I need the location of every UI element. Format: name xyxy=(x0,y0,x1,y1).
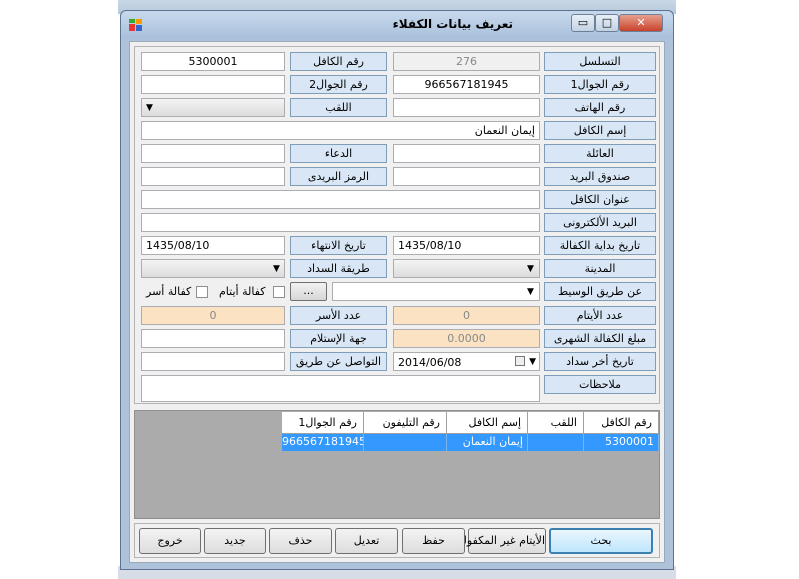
client-area: التسلسل 276 رقم الكافل 5300001 رقم الجوا… xyxy=(129,41,665,563)
orphans-sponsor-label: كفالة أيتام xyxy=(219,285,266,298)
families-sponsor-checkbox[interactable] xyxy=(196,286,208,298)
browse-button[interactable]: ... xyxy=(290,282,327,301)
phone-field[interactable] xyxy=(393,98,540,117)
close-button[interactable]: ✕ xyxy=(619,14,663,32)
label-families-count: عدد الأسر xyxy=(290,306,387,325)
edit-button[interactable]: تعديل xyxy=(335,528,398,554)
delete-button[interactable]: حذف xyxy=(269,528,332,554)
form-panel: التسلسل 276 رقم الكافل 5300001 رقم الجوا… xyxy=(134,46,660,404)
desktop-background-right xyxy=(676,0,799,579)
grid-cell-sponsor-no[interactable]: 5300001 xyxy=(584,434,659,451)
receiver-field[interactable] xyxy=(141,329,285,348)
label-title: اللقب xyxy=(290,98,387,117)
label-payment-method: طريقة السداد xyxy=(290,259,387,278)
grid-header-phone[interactable]: رقم التليفون xyxy=(364,412,447,434)
label-end-date: تاريخ الانتهاء xyxy=(290,236,387,255)
orphans-sponsor-checkbox[interactable] xyxy=(273,286,285,298)
sponsor-name-field[interactable]: إيمان النعمان xyxy=(141,121,540,140)
families-sponsor-label: كفالة أسر xyxy=(146,285,192,298)
label-serial: التسلسل xyxy=(544,52,656,71)
address-field[interactable] xyxy=(141,190,540,209)
chevron-down-icon: ▼ xyxy=(146,103,153,113)
calendar-icon xyxy=(515,356,525,366)
last-payment-date-picker[interactable]: 2014/06/08 ▼ xyxy=(393,352,540,371)
po-box-field[interactable] xyxy=(393,167,540,186)
end-date-field[interactable]: 1435/08/10 xyxy=(141,236,285,255)
label-prayer: الدعاء xyxy=(290,144,387,163)
label-notes: ملاحظات xyxy=(544,375,656,394)
label-address: عنوان الكافل xyxy=(544,190,656,209)
desktop-background-left xyxy=(0,0,118,579)
start-date-field[interactable]: 1435/08/10 xyxy=(393,236,540,255)
title-bar[interactable]: تعريف بيانات الكفلاء ▭ □ ✕ xyxy=(121,11,673,39)
monthly-amount-field[interactable]: 0.0000 xyxy=(393,329,540,348)
contact-via-field[interactable] xyxy=(141,352,285,371)
label-phone: رقم الهاتف xyxy=(544,98,656,117)
zip-field[interactable] xyxy=(141,167,285,186)
last-payment-date-text: 2014/06/08 xyxy=(398,356,462,369)
label-mobile1: رقم الجوال1 xyxy=(544,75,656,94)
minimize-button[interactable]: ▭ xyxy=(571,14,595,32)
label-email: البريد الألكترونى xyxy=(544,213,656,232)
via-select[interactable]: ▼ xyxy=(332,282,540,301)
family-field[interactable] xyxy=(393,144,540,163)
serial-field[interactable]: 276 xyxy=(393,52,540,71)
label-via: عن طريق الوسيط xyxy=(544,282,656,301)
button-bar: بحث الأيتام غير المكفولين حفظ تعديل حذف … xyxy=(134,523,660,558)
grid-header-mobile1[interactable]: رقم الجوال1 xyxy=(282,412,364,434)
save-button[interactable]: حفظ xyxy=(402,528,465,554)
app-icon xyxy=(129,19,142,31)
new-button[interactable]: جديد xyxy=(204,528,266,554)
grid-header-title[interactable]: اللقب xyxy=(528,412,584,434)
chevron-down-icon: ▼ xyxy=(527,287,534,297)
notes-field[interactable] xyxy=(141,375,540,402)
families-count-field[interactable]: 0 xyxy=(141,306,285,325)
search-button[interactable]: بحث xyxy=(549,528,653,554)
label-monthly-amount: مبلغ الكفالة الشهرى xyxy=(544,329,656,348)
label-zip: الرمز البريدى xyxy=(290,167,387,186)
label-start-date: تاريخ بداية الكفالة xyxy=(544,236,656,255)
label-sponsor-no: رقم الكافل xyxy=(290,52,387,71)
label-receiver: جهة الإستلام xyxy=(290,329,387,348)
sponsors-grid[interactable]: رقم الكافل اللقب إسم الكافل رقم التليفون… xyxy=(134,410,660,519)
mobile2-field[interactable] xyxy=(141,75,285,94)
label-city: المدينة xyxy=(544,259,656,278)
label-family: العائلة xyxy=(544,144,656,163)
label-orphans-count: عدد الأيتام xyxy=(544,306,656,325)
chevron-down-icon: ▼ xyxy=(527,264,534,274)
grid-cell-sponsor-name[interactable]: إيمان النعمان xyxy=(447,434,528,451)
label-contact-via: التواصل عن طريق xyxy=(290,352,387,371)
label-mobile2: رقم الجوال2 xyxy=(290,75,387,94)
grid-header-sponsor-no[interactable]: رقم الكافل xyxy=(584,412,659,434)
unsponsored-orphans-button[interactable]: الأيتام غير المكفولين xyxy=(452,528,546,554)
payment-method-select[interactable]: ▼ xyxy=(141,259,285,278)
grid-header-sponsor-name[interactable]: إسم الكافل xyxy=(447,412,528,434)
title-select[interactable]: ▼ xyxy=(141,98,285,117)
window-title: تعريف بيانات الكفلاء xyxy=(392,17,513,31)
label-po-box: صندوق البريد xyxy=(544,167,656,186)
grid-cell-title[interactable] xyxy=(528,434,584,451)
grid-cell-mobile1[interactable]: 966567181945 xyxy=(282,434,364,451)
city-select[interactable]: ▼ xyxy=(393,259,540,278)
grid-cell-phone[interactable] xyxy=(364,434,447,451)
orphans-count-field[interactable]: 0 xyxy=(393,306,540,325)
chevron-down-icon: ▼ xyxy=(529,357,536,367)
sponsor-no-field[interactable]: 5300001 xyxy=(141,52,285,71)
chevron-down-icon: ▼ xyxy=(273,264,280,274)
mobile1-field[interactable]: 966567181945 xyxy=(393,75,540,94)
label-last-payment: تاريخ أخر سداد xyxy=(544,352,656,371)
maximize-button[interactable]: □ xyxy=(595,14,619,32)
sponsor-window: تعريف بيانات الكفلاء ▭ □ ✕ التسلسل 276 ر… xyxy=(120,10,674,570)
prayer-field[interactable] xyxy=(141,144,285,163)
email-field[interactable] xyxy=(141,213,540,232)
exit-button[interactable]: خروج xyxy=(139,528,201,554)
label-sponsor-name: إسم الكافل xyxy=(544,121,656,140)
